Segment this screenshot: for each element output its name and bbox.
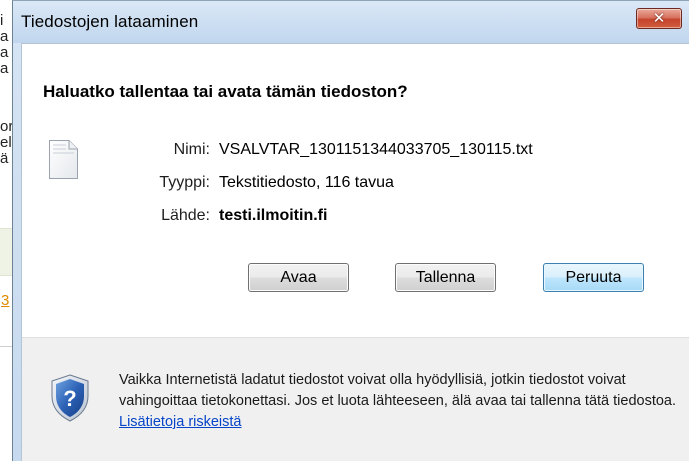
close-x-icon: ✕: [652, 9, 666, 27]
dialog-title: Tiedostojen lataaminen: [21, 12, 199, 31]
background-page: i a a a or el ä 3: [0, 0, 12, 461]
file-type-label: Tyyppi:: [159, 174, 210, 191]
open-button[interactable]: Avaa: [248, 263, 349, 292]
background-band: [0, 228, 12, 276]
svg-text:?: ?: [63, 386, 76, 411]
file-type-value: Tekstitiedosto, 116 tavua: [219, 174, 394, 191]
file-name-value: VSALVTAR_1301151344033705_130115.txt: [219, 141, 533, 158]
screen: i a a a or el ä 3 Tiedostojen lataaminen…: [0, 0, 689, 461]
background-text-fragment: a: [0, 44, 9, 61]
file-name-row: Nimi: VSALVTAR_1301151344033705_130115.t…: [22, 141, 689, 163]
cancel-button[interactable]: Peruuta: [543, 263, 644, 292]
background-text-fragment: ä: [0, 150, 9, 167]
file-download-dialog: Tiedostojen lataaminen ✕ Haluatko tallen…: [12, 0, 689, 461]
security-warning-text: Vaikka Internetistä ladatut tiedostot vo…: [119, 372, 677, 409]
background-text-fragment: a: [0, 60, 9, 77]
background-text-fragment: or: [0, 118, 12, 135]
background-text-fragment: i: [0, 12, 4, 29]
save-button[interactable]: Tallenna: [395, 263, 496, 292]
background-text-fragment: el: [0, 134, 12, 151]
background-link[interactable]: 3: [1, 292, 9, 309]
file-type-row: Tyyppi: Tekstitiedosto, 116 tavua: [22, 174, 689, 196]
security-risks-link[interactable]: Lisätietoja riskeistä: [119, 414, 242, 430]
file-source-row: Lähde: testi.ilmoitin.fi: [22, 207, 689, 229]
file-source-value: testi.ilmoitin.fi: [219, 207, 328, 224]
dialog-content: Haluatko tallentaa tai avata tämän tiedo…: [21, 43, 689, 461]
file-source-label: Lähde:: [161, 207, 210, 224]
background-text-fragment: a: [0, 28, 9, 45]
file-name-label: Nimi:: [173, 141, 210, 158]
close-button[interactable]: ✕: [636, 8, 682, 29]
dialog-question: Haluatko tallentaa tai avata tämän tiedo…: [43, 82, 408, 101]
security-warning: Vaikka Internetistä ladatut tiedostot vo…: [119, 370, 679, 433]
dialog-titlebar[interactable]: Tiedostojen lataaminen ✕: [13, 1, 689, 43]
background-divider: [0, 346, 12, 347]
security-shield-icon: ?: [51, 374, 89, 422]
